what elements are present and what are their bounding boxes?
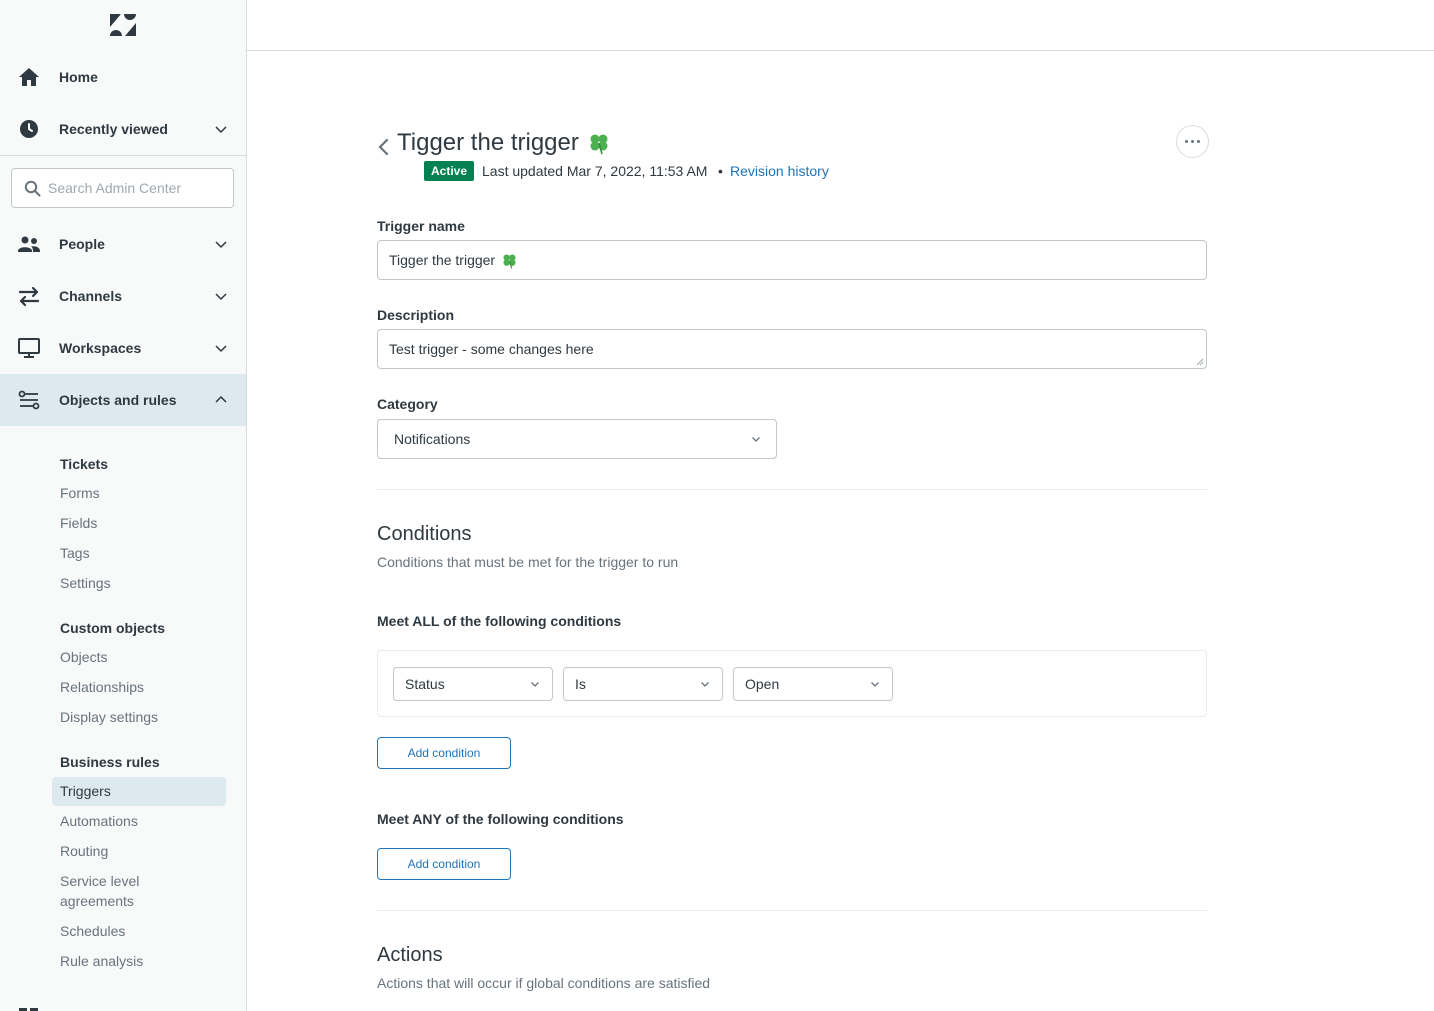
sidebar: Home Recently viewed People Channels Wor… <box>0 0 247 1011</box>
nav-home[interactable]: Home <box>0 51 246 103</box>
page-title: Tigger the trigger <box>397 129 611 157</box>
sidebar-item-automations[interactable]: Automations <box>60 813 138 829</box>
description-textarea[interactable]: Test trigger - some changes here <box>377 329 1207 369</box>
chevron-down-icon <box>215 345 227 353</box>
condition-field-select[interactable]: Status <box>393 667 553 701</box>
actions-title: Actions <box>377 944 443 966</box>
sidebar-item-fields[interactable]: Fields <box>60 515 97 531</box>
sidebar-item-routing[interactable]: Routing <box>60 843 108 859</box>
grid-icon <box>19 1008 38 1011</box>
trigger-name-value: Tigger the trigger <box>389 252 496 268</box>
nav-people-label: People <box>59 236 105 252</box>
chevron-up-icon <box>215 395 227 403</box>
section-divider <box>377 489 1207 490</box>
condition-operator-select[interactable]: Is <box>563 667 723 701</box>
search-admin-center[interactable] <box>11 168 234 208</box>
chevron-down-icon <box>701 682 709 687</box>
add-all-condition-button[interactable]: Add condition <box>377 737 511 769</box>
sidebar-item-schedules[interactable]: Schedules <box>60 923 125 939</box>
conditions-title: Conditions <box>377 523 472 545</box>
add-any-condition-button[interactable]: Add condition <box>377 848 511 880</box>
chevron-down-icon <box>215 126 227 134</box>
sidebar-item-display-settings[interactable]: Display settings <box>60 709 158 725</box>
chevron-down-icon <box>215 241 227 249</box>
people-icon <box>18 236 40 252</box>
nav-recently-viewed[interactable]: Recently viewed <box>0 103 246 155</box>
page-title-text: Tigger the trigger <box>397 129 579 156</box>
nav-channels-label: Channels <box>59 288 123 304</box>
section-divider <box>377 910 1207 911</box>
sidebar-item-sla-line2[interactable]: agreements <box>60 893 134 909</box>
condition-field-value: Status <box>405 676 445 692</box>
actions-subtitle: Actions that will occur if global condit… <box>377 975 711 991</box>
chevron-down-icon <box>752 437 760 442</box>
any-conditions-heading: Meet ANY of the following conditions <box>377 811 624 827</box>
clock-icon <box>20 120 38 138</box>
four-leaf-clover-icon <box>590 134 608 155</box>
sidebar-item-forms[interactable]: Forms <box>60 485 100 501</box>
section-business-rules[interactable]: Business rules <box>60 754 160 770</box>
revision-history-link[interactable]: Revision history <box>730 163 829 179</box>
condition-value-select[interactable]: Open <box>733 667 893 701</box>
sidebar-item-rule-analysis[interactable]: Rule analysis <box>60 953 143 969</box>
status-badge: Active <box>424 161 475 181</box>
nav-workspaces-label: Workspaces <box>59 340 142 356</box>
category-label: Category <box>377 396 438 412</box>
search-input[interactable] <box>48 178 228 198</box>
trigger-name-label: Trigger name <box>377 218 465 234</box>
chevron-down-icon <box>215 293 227 301</box>
all-conditions-heading: Meet ALL of the following conditions <box>377 613 622 629</box>
nav-recently-viewed-label: Recently viewed <box>59 121 168 137</box>
nav-workspaces[interactable]: Workspaces <box>0 322 246 374</box>
nav-objects-and-rules-label: Objects and rules <box>59 392 177 408</box>
overflow-dot <box>1197 140 1200 143</box>
nav-channels[interactable]: Channels <box>0 270 246 322</box>
trigger-name-value-wrap: Tigger the trigger <box>389 252 518 269</box>
sidebar-item-objects[interactable]: Objects <box>60 649 107 665</box>
conditions-subtitle: Conditions that must be met for the trig… <box>377 554 679 570</box>
condition-value-value: Open <box>745 676 780 692</box>
nav-people[interactable]: People <box>0 218 246 270</box>
chevron-down-icon <box>871 682 879 687</box>
condition-operator-value: Is <box>575 676 586 692</box>
description-label: Description <box>377 307 455 323</box>
section-tickets[interactable]: Tickets <box>60 456 108 472</box>
sidebar-item-settings[interactable]: Settings <box>60 575 111 591</box>
nav-home-label: Home <box>59 69 98 85</box>
search-icon <box>24 180 41 197</box>
category-value: Notifications <box>394 431 471 447</box>
chevron-down-icon <box>531 682 539 687</box>
sidebar-item-tags[interactable]: Tags <box>60 545 90 561</box>
sidebar-item-triggers[interactable]: Triggers <box>52 777 226 806</box>
back-chevron-icon[interactable] <box>376 137 390 157</box>
overflow-dot <box>1185 140 1188 143</box>
home-icon <box>19 68 39 86</box>
last-updated-text: Last updated Mar 7, 2022, 11:53 AM <box>482 163 708 179</box>
monitor-icon <box>18 338 40 358</box>
overflow-dot <box>1191 140 1194 143</box>
trigger-name-input[interactable]: Tigger the trigger <box>377 240 1207 280</box>
sidebar-item-relationships[interactable]: Relationships <box>60 679 144 695</box>
four-leaf-clover-icon <box>503 253 516 268</box>
top-bar <box>247 0 1434 51</box>
objects-rules-icon <box>18 390 40 410</box>
sidebar-item-sla-line1[interactable]: Service level <box>60 873 139 889</box>
category-select[interactable]: Notifications <box>377 419 777 459</box>
description-value: Test trigger - some changes here <box>389 341 594 357</box>
section-custom-objects[interactable]: Custom objects <box>60 620 165 636</box>
resize-grip-icon[interactable] <box>1196 358 1204 366</box>
zendesk-logo[interactable] <box>108 12 138 38</box>
separator-dot: • <box>718 163 723 179</box>
more-options-button[interactable] <box>1176 125 1209 158</box>
channels-icon <box>18 286 40 307</box>
nav-objects-and-rules[interactable]: Objects and rules <box>0 374 246 426</box>
sidebar-divider <box>0 155 246 156</box>
